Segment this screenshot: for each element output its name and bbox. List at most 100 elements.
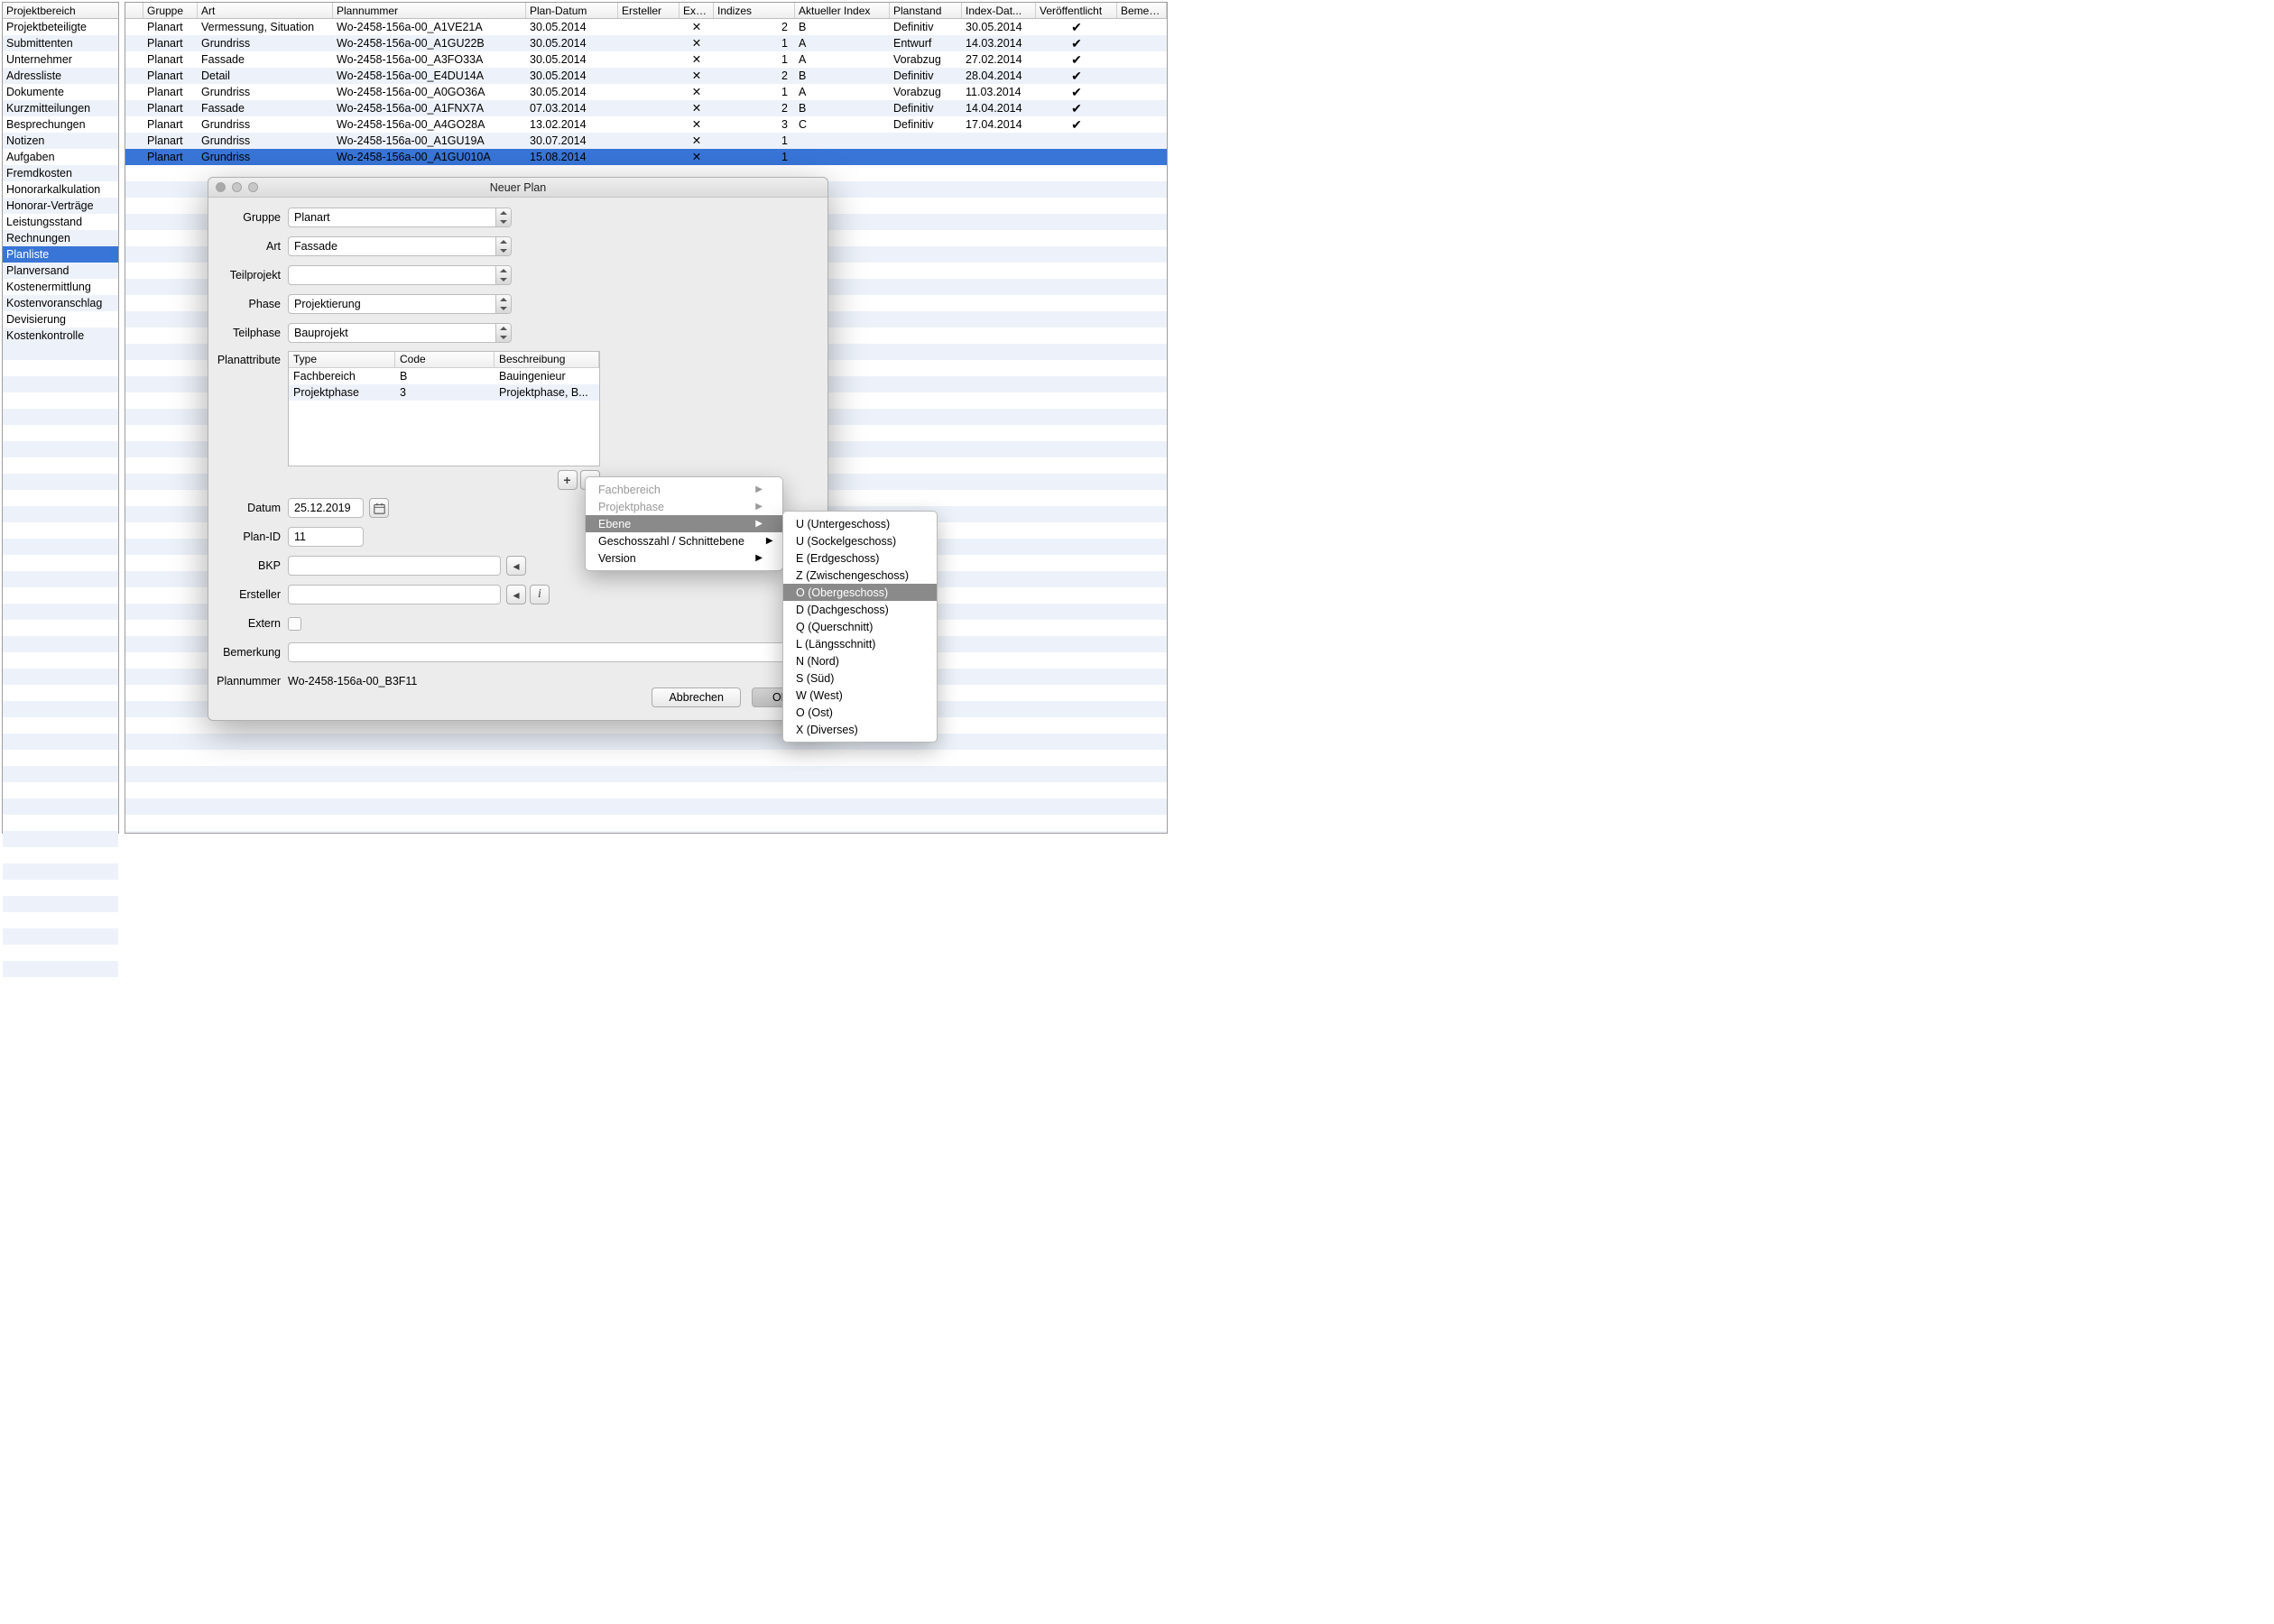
th-veroeffentlicht[interactable]: Veröffentlicht (1036, 3, 1117, 18)
label-datum: Datum (208, 502, 288, 514)
table-row[interactable]: PlanartGrundrissWo-2458-156a-00_A4GO28A1… (125, 116, 1167, 133)
dialog-titlebar[interactable]: Neuer Plan (208, 178, 827, 198)
sidebar-item[interactable]: Honorarkalkulation (3, 181, 118, 198)
sidebar-item[interactable]: Leistungsstand (3, 214, 118, 230)
sidebar-item[interactable]: Honorar-Verträge (3, 198, 118, 214)
th-planstand[interactable]: Planstand (890, 3, 962, 18)
submenu-item[interactable]: Q (Querschnitt) (783, 618, 937, 635)
submenu-item[interactable]: W (West) (783, 687, 937, 704)
combo-teilphase[interactable]: Bauprojekt (288, 323, 512, 343)
combo-art[interactable]: Fassade (288, 236, 512, 256)
label-phase: Phase (208, 298, 288, 310)
cancel-button[interactable]: Abbrechen (652, 687, 740, 707)
label-ersteller: Ersteller (208, 588, 288, 601)
table-row[interactable]: PlanartFassadeWo-2458-156a-00_A3FO33A30.… (125, 51, 1167, 68)
ebene-submenu[interactable]: U (Untergeschoss)U (Sockelgeschoss)E (Er… (782, 511, 938, 743)
th-ersteller[interactable]: Ersteller (618, 3, 679, 18)
sidebar-item[interactable]: Projektbeteiligte (3, 19, 118, 35)
context-menu-item[interactable]: Version▶ (586, 549, 782, 567)
context-menu-item: Projektphase▶ (586, 498, 782, 515)
submenu-item[interactable]: U (Untergeschoss) (783, 515, 937, 532)
sidebar-item[interactable]: Notizen (3, 133, 118, 149)
sidebar-item[interactable]: Kurzmitteilungen (3, 100, 118, 116)
attr-th-type[interactable]: Type (289, 352, 395, 367)
th-plannummer[interactable]: Plannummer (333, 3, 526, 18)
input-bemerkung[interactable] (288, 642, 809, 662)
submenu-item[interactable]: N (Nord) (783, 652, 937, 669)
submenu-item[interactable]: Z (Zwischengeschoss) (783, 567, 937, 584)
sidebar-item[interactable]: Fremdkosten (3, 165, 118, 181)
sidebar-item[interactable]: Aufgaben (3, 149, 118, 165)
attr-row[interactable]: FachbereichBBauingenieur (289, 368, 599, 384)
stepper-icon[interactable] (495, 295, 511, 313)
th-extern[interactable]: Extern (679, 3, 714, 18)
input-planid[interactable]: 11 (288, 527, 364, 547)
stepper-icon[interactable] (495, 324, 511, 342)
th-aktueller-index[interactable]: Aktueller Index (795, 3, 890, 18)
submenu-item[interactable]: S (Süd) (783, 669, 937, 687)
sidebar-item[interactable]: Devisierung (3, 311, 118, 328)
context-menu-item[interactable]: Geschosszahl / Schnittebene▶ (586, 532, 782, 549)
label-planid: Plan-ID (208, 531, 288, 543)
stepper-icon[interactable] (495, 208, 511, 226)
table-row[interactable]: PlanartVermessung, SituationWo-2458-156a… (125, 19, 1167, 35)
table-row[interactable]: PlanartGrundrissWo-2458-156a-00_A1GU19A3… (125, 133, 1167, 149)
planattribute-table[interactable]: Type Code Beschreibung FachbereichBBauin… (288, 351, 600, 466)
table-row[interactable]: PlanartGrundrissWo-2458-156a-00_A1GU010A… (125, 149, 1167, 165)
sidebar-item[interactable]: Besprechungen (3, 116, 118, 133)
window-minimize-icon (232, 182, 242, 192)
input-datum[interactable]: 25.12.2019 (288, 498, 364, 518)
sidebar-header: Projektbereich (3, 3, 118, 19)
sidebar-item[interactable]: Adressliste (3, 68, 118, 84)
combo-teilprojekt[interactable] (288, 265, 512, 285)
th-empty[interactable] (125, 3, 143, 18)
attribute-context-menu[interactable]: Fachbereich▶Projektphase▶Ebene▶Geschossz… (585, 476, 783, 571)
attr-th-desc[interactable]: Beschreibung (495, 352, 599, 367)
table-row[interactable]: PlanartGrundrissWo-2458-156a-00_A1GU22B3… (125, 35, 1167, 51)
sidebar-item[interactable]: Rechnungen (3, 230, 118, 246)
combo-phase[interactable]: Projektierung (288, 294, 512, 314)
info-icon[interactable]: i (530, 585, 550, 604)
submenu-item[interactable]: E (Erdgeschoss) (783, 549, 937, 567)
submenu-item[interactable]: L (Längsschnitt) (783, 635, 937, 652)
th-art[interactable]: Art (198, 3, 333, 18)
submenu-item[interactable]: U (Sockelgeschoss) (783, 532, 937, 549)
submenu-item[interactable]: O (Obergeschoss) (783, 584, 937, 601)
context-menu-item[interactable]: Ebene▶ (586, 515, 782, 532)
label-gruppe: Gruppe (208, 211, 288, 224)
stepper-icon[interactable] (495, 237, 511, 255)
attr-th-code[interactable]: Code (395, 352, 495, 367)
calendar-icon[interactable] (369, 498, 389, 518)
sidebar-item[interactable]: Kostenkontrolle (3, 328, 118, 344)
sidebar-item[interactable]: Submittenten (3, 35, 118, 51)
checkbox-extern[interactable] (288, 617, 301, 631)
input-ersteller[interactable] (288, 585, 501, 604)
bkp-lookup-button[interactable]: ◂ (506, 556, 526, 576)
input-bkp[interactable] (288, 556, 501, 576)
window-close-icon[interactable] (216, 182, 226, 192)
sidebar-item[interactable]: Unternehmer (3, 51, 118, 68)
sidebar-item[interactable]: Dokumente (3, 84, 118, 100)
stepper-icon[interactable] (495, 266, 511, 284)
th-index-datum[interactable]: Index-Dat... (962, 3, 1036, 18)
ersteller-lookup-button[interactable]: ◂ (506, 585, 526, 604)
sidebar-item[interactable]: Planliste (3, 246, 118, 263)
sidebar-item[interactable]: Kostenermittlung (3, 279, 118, 295)
submenu-item[interactable]: O (Ost) (783, 704, 937, 721)
th-bemerkung[interactable]: Bemerkung (1117, 3, 1167, 18)
combo-gruppe[interactable]: Planart (288, 208, 512, 227)
submenu-item[interactable]: X (Diverses) (783, 721, 937, 738)
table-row[interactable]: PlanartGrundrissWo-2458-156a-00_A0GO36A3… (125, 84, 1167, 100)
th-indizes[interactable]: Indizes (714, 3, 795, 18)
label-teilprojekt: Teilprojekt (208, 269, 288, 281)
attr-row[interactable]: Projektphase3Projektphase, B... (289, 384, 599, 401)
sidebar-item[interactable]: Planversand (3, 263, 118, 279)
add-attribute-button[interactable]: + (558, 470, 578, 490)
table-row[interactable]: PlanartFassadeWo-2458-156a-00_A1FNX7A07.… (125, 100, 1167, 116)
table-row[interactable]: PlanartDetailWo-2458-156a-00_E4DU14A30.0… (125, 68, 1167, 84)
th-plan-datum[interactable]: Plan-Datum (526, 3, 618, 18)
sidebar-item[interactable]: Kostenvoranschlag (3, 295, 118, 311)
th-gruppe[interactable]: Gruppe (143, 3, 198, 18)
new-plan-dialog: Neuer Plan Gruppe Planart Art Fassade Te… (208, 177, 828, 721)
submenu-item[interactable]: D (Dachgeschoss) (783, 601, 937, 618)
